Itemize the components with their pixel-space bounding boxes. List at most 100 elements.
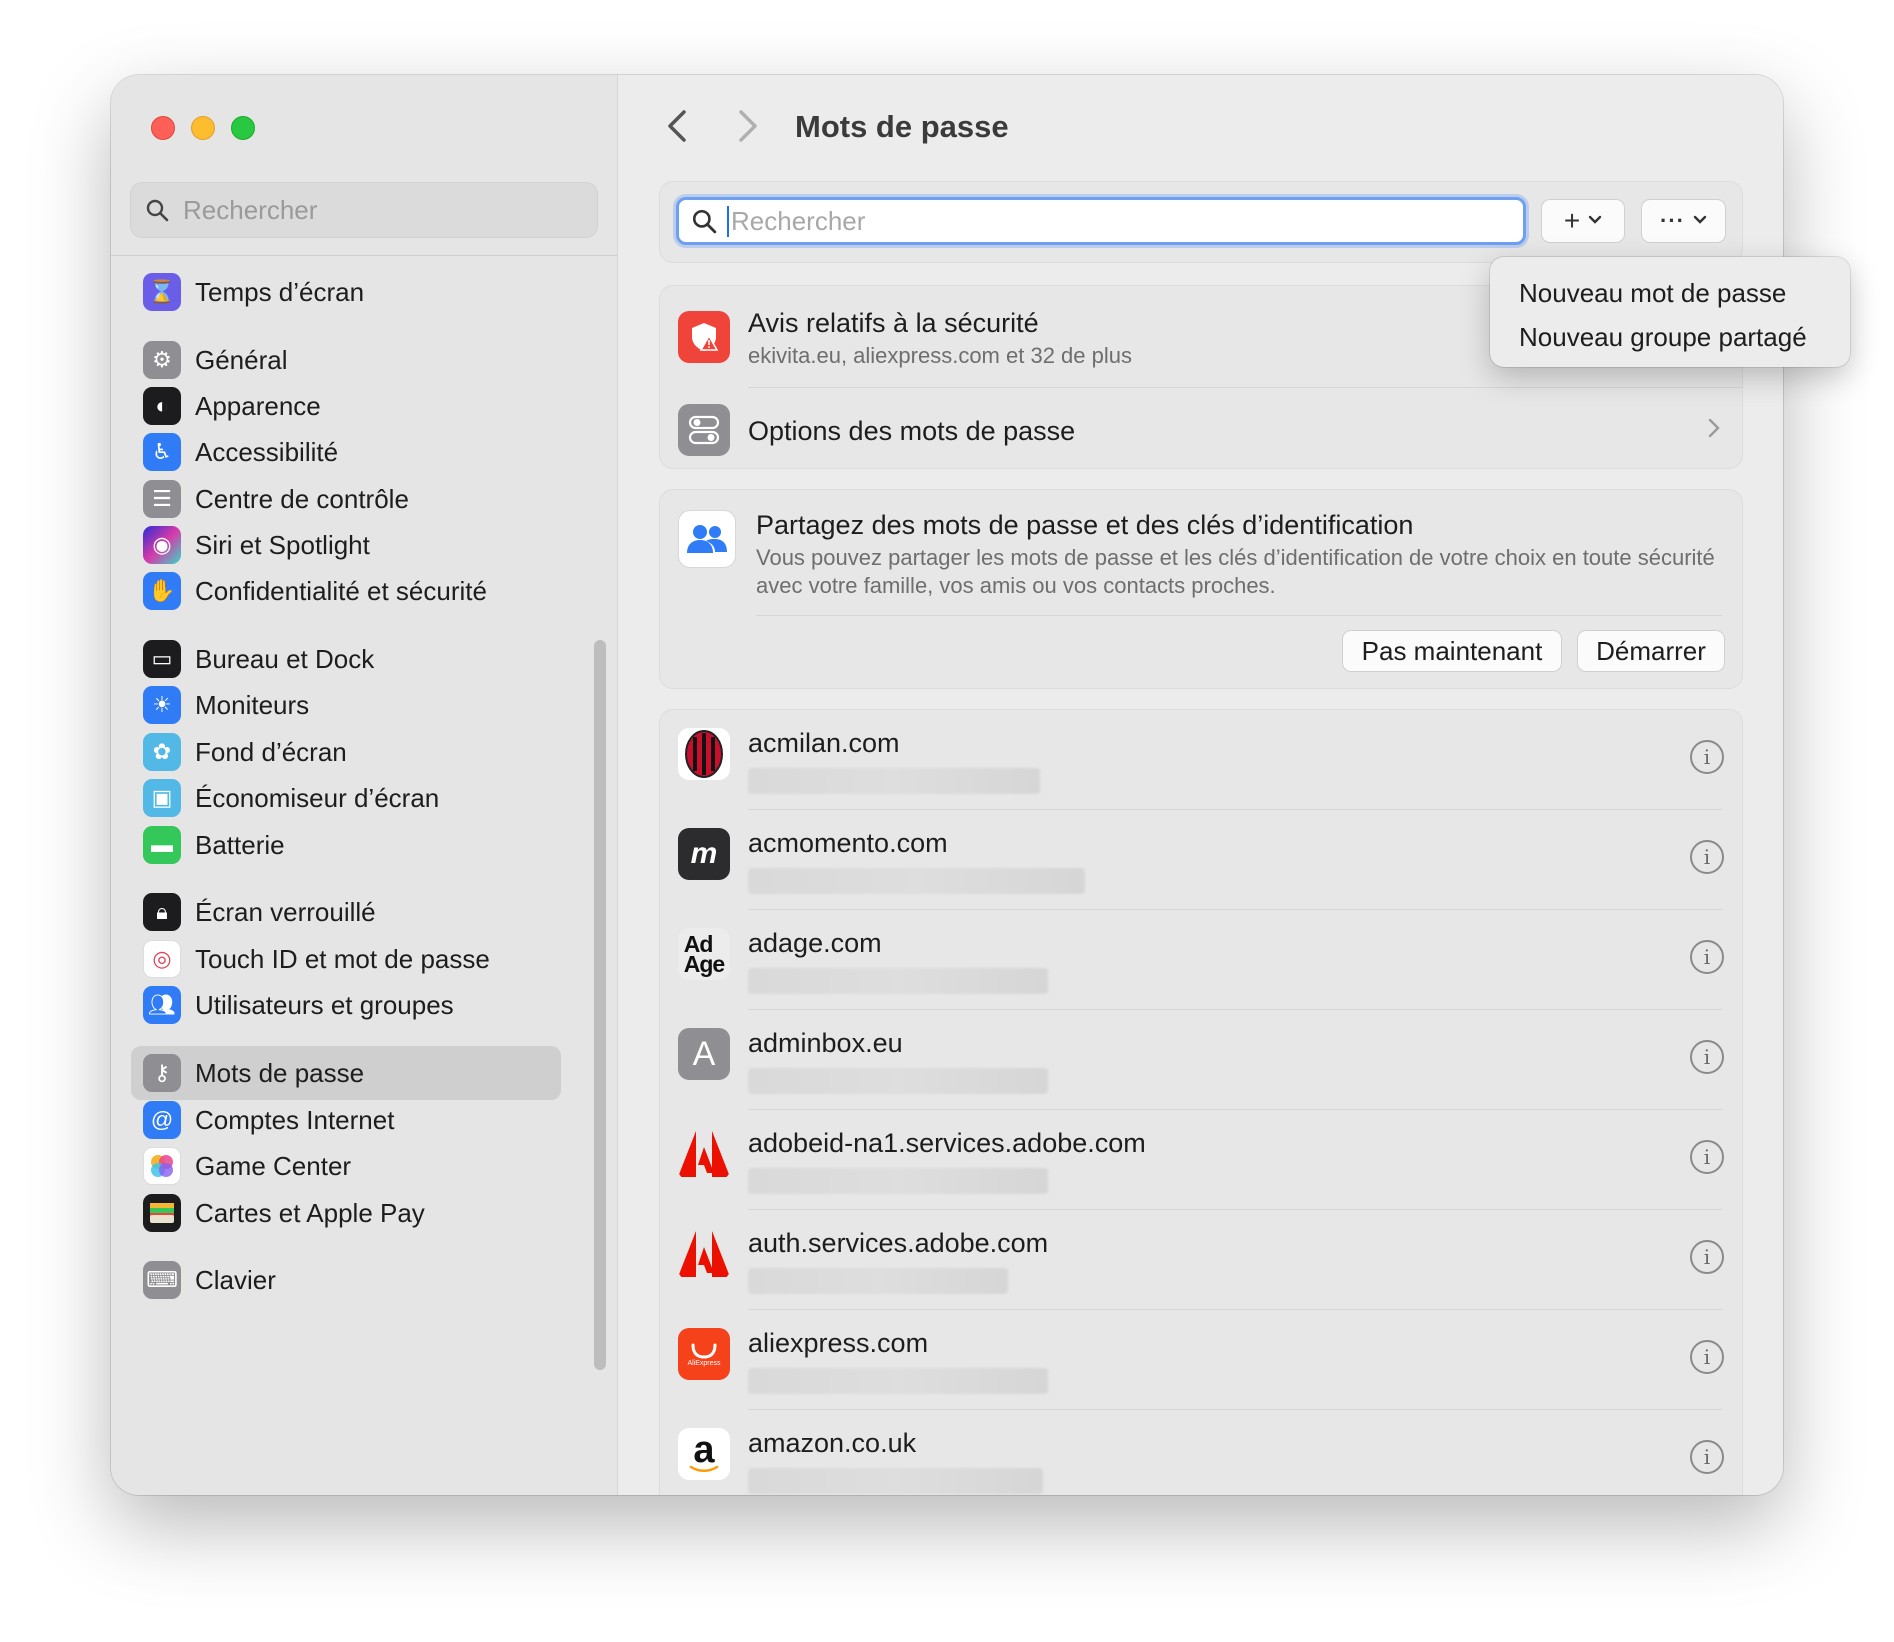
aliexpress-logo-text: AliExpress xyxy=(687,1359,721,1367)
sidebar-search-field[interactable]: Rechercher xyxy=(130,182,598,238)
sidebar-scrollbar[interactable] xyxy=(594,640,606,1370)
sidebar-item-label: Centre de contrôle xyxy=(195,483,409,514)
security-title: Avis relatifs à la sécurité xyxy=(748,308,1039,338)
aliexpress-logo-icon: AliExpress xyxy=(678,1328,730,1380)
appearance-icon: ◐ xyxy=(143,387,181,425)
more-menu-button[interactable]: ··· xyxy=(1641,199,1726,243)
info-icon[interactable]: i xyxy=(1690,940,1724,974)
password-options-label: Options des mots de passe xyxy=(748,416,1076,446)
sidebar-item-privacy-security[interactable]: ✋ Confidentialité et sécurité xyxy=(131,564,561,618)
add-dropdown-menu: Nouveau mot de passe Nouveau groupe part… xyxy=(1490,257,1850,367)
screensaver-icon: ▣ xyxy=(143,779,181,817)
info-icon[interactable]: i xyxy=(1690,1440,1724,1474)
sidebar-item-label: Économiseur d’écran xyxy=(195,782,440,813)
info-icon[interactable]: i xyxy=(1690,1040,1724,1074)
forward-button[interactable] xyxy=(737,105,759,153)
sidebar-item-battery[interactable]: ▬ Batterie xyxy=(131,818,561,872)
info-icon[interactable]: i xyxy=(1690,740,1724,774)
chevron-left-icon xyxy=(668,110,686,142)
menu-item-new-shared-group[interactable]: Nouveau groupe partagé xyxy=(1519,319,1850,363)
sidebar-item-accessibility[interactable]: ♿ Accessibilité xyxy=(131,425,561,479)
start-button[interactable]: Démarrer xyxy=(1577,630,1725,672)
search-icon xyxy=(692,209,717,234)
chevron-down-icon xyxy=(1588,212,1602,230)
sun-icon: ☀ xyxy=(143,686,181,724)
list-item[interactable]: adobeid-na1.services.adobe.com i xyxy=(660,1110,1742,1210)
adobe-logo-icon xyxy=(678,1228,730,1280)
list-item[interactable]: a amazon.co.uk i xyxy=(660,1410,1742,1495)
sidebar-list: ⌛ Temps d’écran ⚙ Général ◐ Apparence ♿ … xyxy=(111,260,618,1495)
lock-icon: 🔒︎ xyxy=(143,893,181,931)
list-item[interactable]: A adminbox.eu i xyxy=(660,1010,1742,1110)
list-item[interactable]: acmilan.com i xyxy=(660,710,1742,810)
sidebar-item-label: Batterie xyxy=(195,829,285,860)
acmomento-logo-icon: m xyxy=(678,828,730,880)
chevron-right-icon xyxy=(739,110,757,142)
sidebar-item-passwords[interactable]: ⚷ Mots de passe xyxy=(131,1046,561,1100)
sidebar-item-label: Cartes et Apple Pay xyxy=(195,1197,425,1228)
info-icon[interactable]: i xyxy=(1690,1140,1724,1174)
flower-icon: ✿ xyxy=(143,733,181,771)
key-icon: ⚷ xyxy=(143,1054,181,1092)
close-window-button[interactable] xyxy=(151,116,175,140)
amazon-logo-icon: a xyxy=(678,1428,730,1480)
maximize-window-button[interactable] xyxy=(231,116,255,140)
sidebar-item-lock-screen[interactable]: 🔒︎ Écran verrouillé xyxy=(131,885,561,939)
security-subtitle: ekivita.eu, aliexpress.com et 32 de plus xyxy=(748,343,1132,368)
password-domain: adage.com xyxy=(748,928,882,958)
dock-icon: ▭ xyxy=(143,640,181,678)
info-icon[interactable]: i xyxy=(1690,1340,1724,1374)
list-item[interactable]: AliExpress aliexpress.com i xyxy=(660,1310,1742,1410)
password-search-field[interactable] xyxy=(676,197,1526,245)
divider xyxy=(748,387,1742,388)
menu-item-new-password[interactable]: Nouveau mot de passe xyxy=(1519,275,1850,319)
add-menu-button[interactable]: + xyxy=(1541,199,1625,243)
sidebar-item-game-center[interactable]: Game Center xyxy=(131,1139,561,1193)
plus-icon: + xyxy=(1563,205,1581,236)
info-icon[interactable]: i xyxy=(1690,1240,1724,1274)
keyboard-icon: ⌨ xyxy=(143,1261,181,1299)
sidebar-item-screensaver[interactable]: ▣ Économiseur d’écran xyxy=(131,771,561,825)
redacted-username xyxy=(748,1268,1008,1294)
game-center-icon xyxy=(143,1147,181,1185)
hourglass-icon: ⌛ xyxy=(143,273,181,311)
page-title: Mots de passe xyxy=(795,109,1009,144)
password-domain: acmomento.com xyxy=(748,828,948,858)
back-button[interactable] xyxy=(666,105,688,153)
sidebar-item-label: Clavier xyxy=(195,1264,276,1295)
siri-icon: ◉ xyxy=(143,526,181,564)
sidebar-item-displays[interactable]: ☀ Moniteurs xyxy=(131,678,561,732)
list-item[interactable]: Ad Age adage.com i xyxy=(660,910,1742,1010)
battery-icon: ▬ xyxy=(143,826,181,864)
sidebar-item-label: Touch ID et mot de passe xyxy=(195,943,490,974)
sidebar-item-label: Siri et Spotlight xyxy=(195,529,370,560)
minimize-window-button[interactable] xyxy=(191,116,215,140)
not-now-button[interactable]: Pas maintenant xyxy=(1342,630,1562,672)
sidebar-item-label: Game Center xyxy=(195,1150,352,1181)
share-card: Partagez des mots de passe et des clés d… xyxy=(659,489,1743,689)
password-search-input[interactable] xyxy=(727,205,1487,237)
sidebar-item-users-groups[interactable]: 👥︎ Utilisateurs et groupes xyxy=(131,978,561,1032)
accessibility-icon: ♿ xyxy=(143,433,181,471)
sidebar-item-label: Écran verrouillé xyxy=(195,896,376,927)
sidebar-item-label: Accessibilité xyxy=(195,436,339,467)
wallet-icon xyxy=(143,1194,181,1232)
redacted-username xyxy=(748,1168,1048,1194)
fingerprint-icon: ◎ xyxy=(143,940,181,978)
sidebar-divider xyxy=(111,255,618,256)
password-list: acmilan.com i m acmomento.com i Ad Age a… xyxy=(659,709,1743,1495)
adage-logo-icon: Ad Age xyxy=(678,928,730,980)
security-warning-icon xyxy=(678,311,730,363)
password-domain: adobeid-na1.services.adobe.com xyxy=(748,1128,1146,1158)
ellipsis-icon: ··· xyxy=(1660,208,1685,233)
gear-icon: ⚙ xyxy=(143,341,181,379)
sidebar-item-wallet[interactable]: Cartes et Apple Pay xyxy=(131,1186,561,1240)
sidebar-item-screen-time[interactable]: ⌛ Temps d’écran xyxy=(131,265,561,319)
list-item[interactable]: auth.services.adobe.com i xyxy=(660,1210,1742,1310)
list-item[interactable]: m acmomento.com i xyxy=(660,810,1742,910)
sidebar-item-keyboard[interactable]: ⌨ Clavier xyxy=(131,1253,561,1307)
sidebar-item-label: Bureau et Dock xyxy=(195,643,375,674)
redacted-username xyxy=(748,768,1040,794)
info-icon[interactable]: i xyxy=(1690,840,1724,874)
adobe-logo-icon xyxy=(678,1128,730,1180)
